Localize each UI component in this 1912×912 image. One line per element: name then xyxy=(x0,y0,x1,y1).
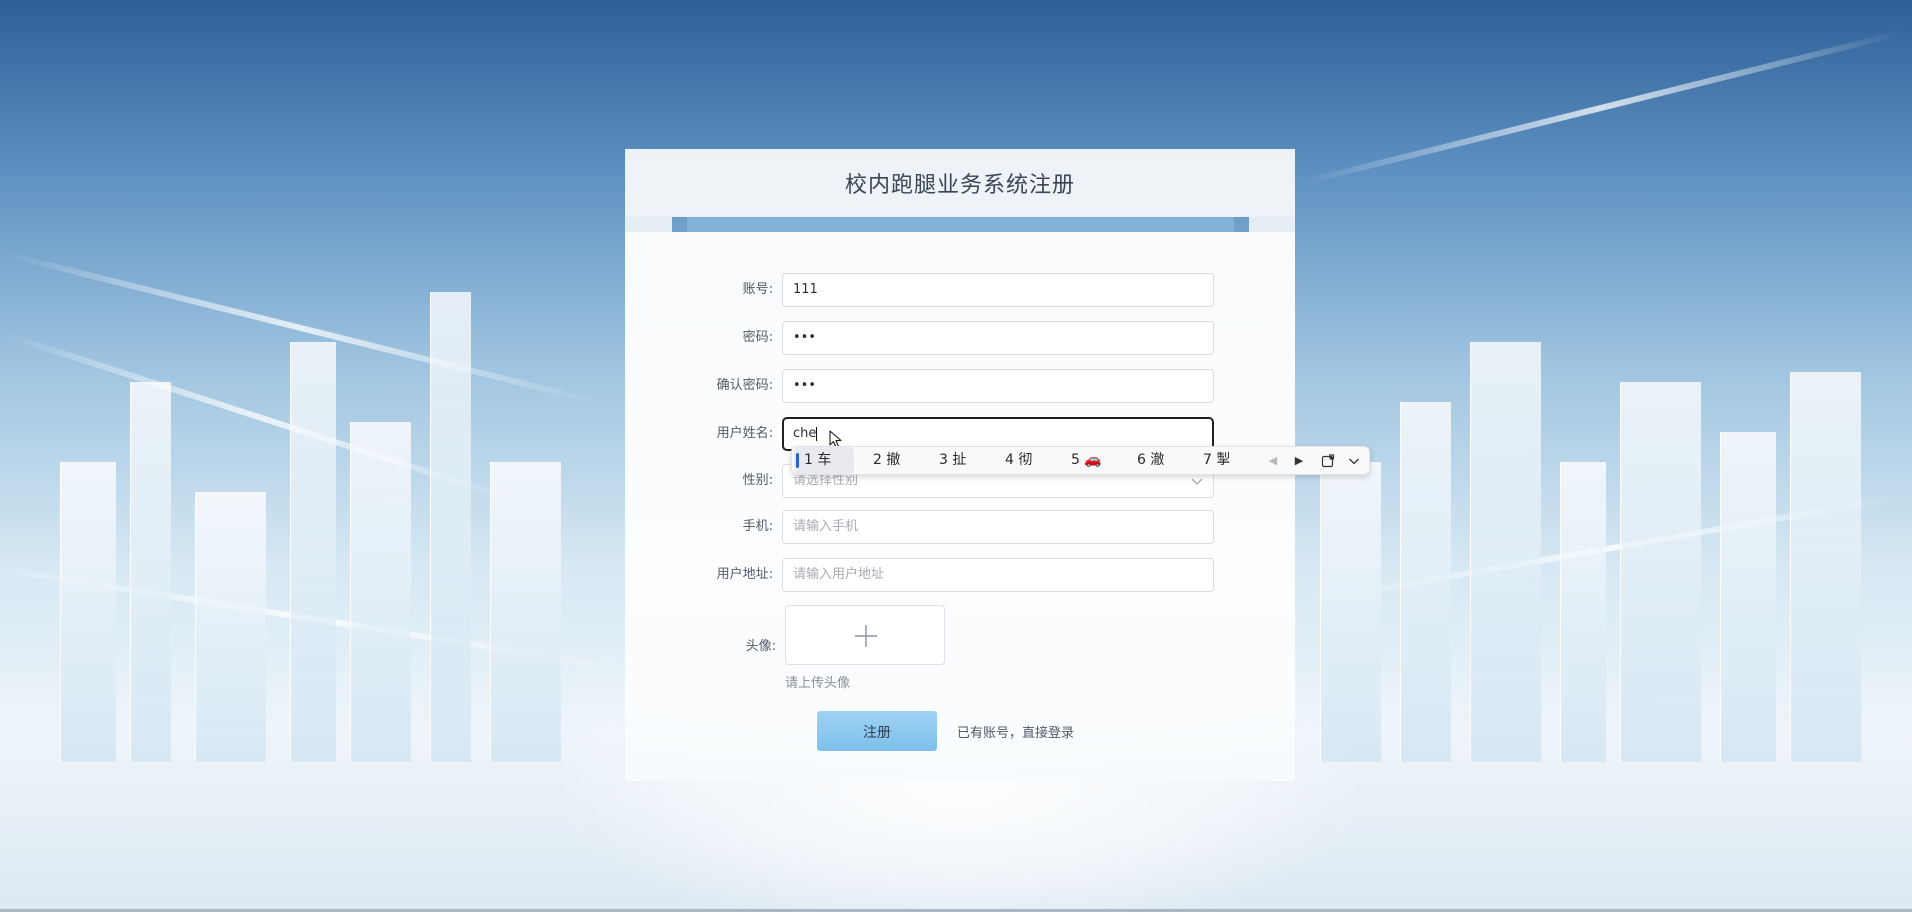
confirm-password-input[interactable]: ••• xyxy=(782,369,1214,403)
ime-candidate-7[interactable]: 7 掣 xyxy=(1203,447,1230,474)
ime-candidate-1[interactable]: 1 车 xyxy=(794,447,854,474)
phone-input[interactable]: 请输入手机 xyxy=(782,510,1214,544)
expand-candidates-icon[interactable] xyxy=(1343,447,1365,474)
account-label: 账号: xyxy=(742,282,773,297)
confirm-password-label: 确认密码: xyxy=(716,378,773,393)
password-input[interactable]: ••• xyxy=(782,321,1214,355)
ime-candidate-5[interactable]: 5 🚗 xyxy=(1071,447,1102,474)
panel-header: 校内跑腿业务系统注册 xyxy=(625,149,1295,217)
ime-candidate-4[interactable]: 4 彻 xyxy=(1005,447,1032,474)
avatar-label: 头像: xyxy=(745,639,776,654)
select-arrow-icon xyxy=(1191,478,1203,485)
next-page-icon[interactable]: ▶ xyxy=(1290,447,1308,474)
page-title: 校内跑腿业务系统注册 xyxy=(844,173,1075,198)
ime-selection-indicator xyxy=(796,453,799,468)
ime-candidate-6[interactable]: 6 澈 xyxy=(1137,447,1164,474)
password-label: 密码: xyxy=(742,330,773,345)
text-caret xyxy=(816,426,818,441)
panel-body xyxy=(625,232,1295,781)
prev-page-icon[interactable]: ◀ xyxy=(1264,447,1282,474)
header-band-right xyxy=(1249,217,1295,232)
header-band-left xyxy=(625,217,672,232)
login-link[interactable]: 已有账号，直接登录 xyxy=(957,722,1074,741)
address-input[interactable]: 请输入用户地址 xyxy=(782,558,1214,592)
account-input[interactable]: 111 xyxy=(782,273,1214,307)
username-value: che xyxy=(793,426,817,441)
register-button[interactable]: 注册 xyxy=(817,711,937,751)
phone-label: 手机: xyxy=(742,519,773,534)
avatar-upload-hint: 请上传头像 xyxy=(785,676,851,691)
username-label: 用户姓名: xyxy=(716,426,773,441)
header-band-middle xyxy=(687,217,1234,232)
emoji-sticker-icon[interactable] xyxy=(1317,447,1339,474)
ime-candidate-3[interactable]: 3 扯 xyxy=(939,447,966,474)
plus-icon xyxy=(855,625,877,647)
ime-candidate-bar: 1 车 2 撤 3 扯 4 彻 5 🚗 6 澈 7 掣 ◀ ▶ xyxy=(791,446,1370,475)
ime-candidate-2[interactable]: 2 撤 xyxy=(873,447,900,474)
gender-label: 性别: xyxy=(742,473,773,488)
address-label: 用户地址: xyxy=(716,567,773,582)
avatar-uploader[interactable] xyxy=(785,605,945,665)
